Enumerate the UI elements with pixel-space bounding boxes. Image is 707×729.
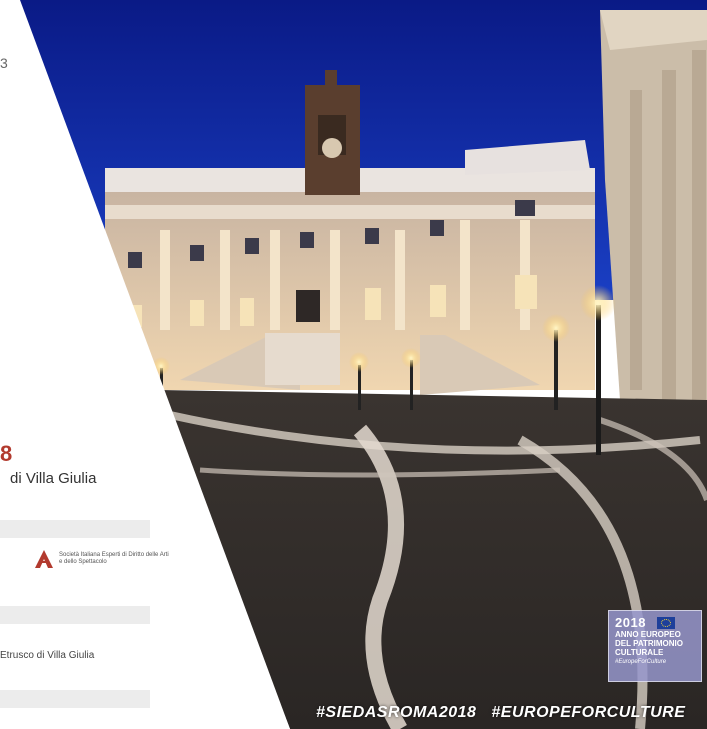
partial-heading-top: 3 xyxy=(0,55,8,71)
badge-hashtag: #EuropeForCulture xyxy=(615,659,667,665)
venue-line: di Villa Giulia xyxy=(10,470,97,487)
sponsor-name: Società Italiana Esperti di Diritto dell… xyxy=(59,552,169,565)
section-divider-1 xyxy=(0,520,150,538)
sieda-logo-icon xyxy=(35,550,53,568)
badge-line-3: CULTURALE xyxy=(615,648,664,657)
partial-event-year: 8 xyxy=(0,441,13,466)
section-divider-3 xyxy=(0,690,150,708)
museum-line: Etrusco di Villa Giulia xyxy=(0,650,95,661)
hashtag-siedas: #SIEDASROMA2018 xyxy=(316,704,477,721)
hashtag-line: #SIEDASROMA2018 #EUROPEFORCULTURE xyxy=(316,704,685,722)
badge-line-1: ANNO EUROPEO xyxy=(615,630,681,639)
european-heritage-badge: 2018 ANNO EUROPEO DEL PATRIMONIO CULTURA… xyxy=(608,610,702,682)
hashtag-europe: #EUROPEFORCULTURE xyxy=(491,704,686,721)
badge-line-2: DEL PATRIMONIO xyxy=(615,639,683,648)
section-divider-2 xyxy=(0,606,150,624)
slide: 3 8 di Villa Giulia Società Italiana Esp… xyxy=(0,0,707,729)
eu-flag-icon xyxy=(657,617,675,629)
badge-year: 2018 xyxy=(615,615,646,630)
sponsor-entry: Società Italiana Esperti di Diritto dell… xyxy=(34,549,169,569)
